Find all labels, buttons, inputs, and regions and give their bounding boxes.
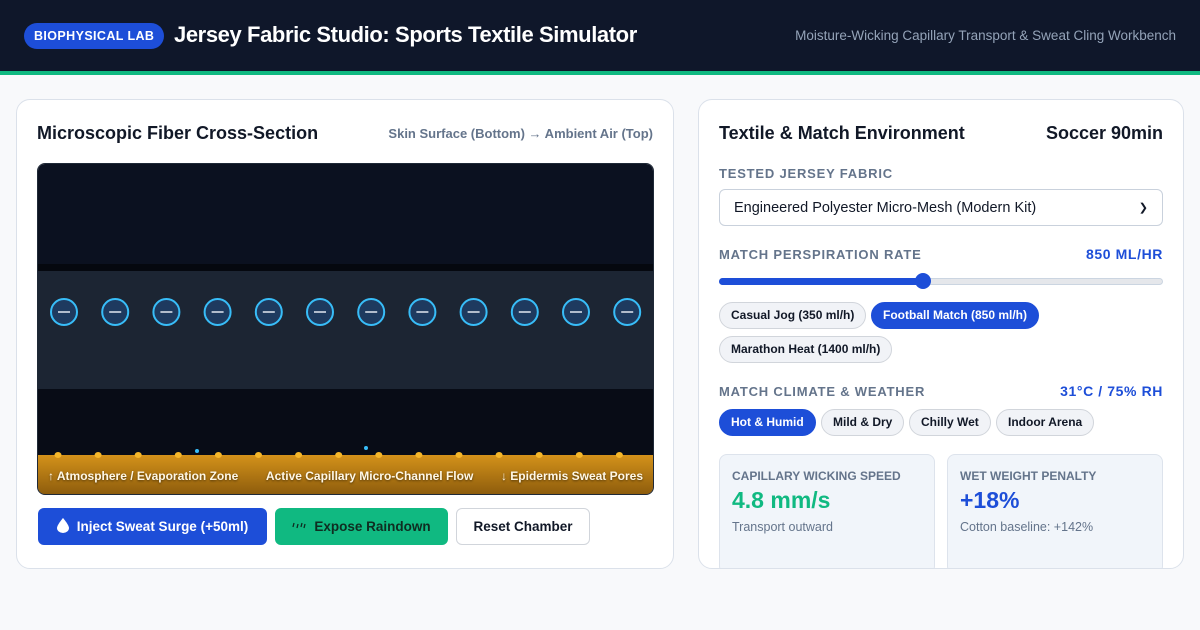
expose-raindown-button[interactable]: Expose Raindown [275,508,448,545]
fiber-strand [408,298,437,326]
wet-weight-label: WET WEIGHT PENALTY [960,469,1097,483]
fiber-strand [306,298,334,326]
fiber-strand [203,298,232,326]
zone-label-bottom: ↓ Epidermis Sweat Pores [500,469,643,483]
orientation-label: Skin Surface (Bottom) → Ambient Air (Top… [388,126,653,141]
wet-weight-value: +18% [960,487,1020,513]
preset-chip-casual-jog[interactable]: Casual Jog (350 ml/h) [719,302,867,329]
inject-sweat-button[interactable]: Inject Sweat Surge (+50ml) [38,508,267,545]
wicking-speed-card: CAPILLARY WICKING SPEED 4.8 mm/s Transpo… [719,454,935,568]
fiber-strand [510,298,539,326]
climate-chip-indoor-arena[interactable]: Indoor Arena [996,409,1095,436]
climate-value: 31°C / 75% RH [1060,383,1163,399]
fiber-visualization: ↑ Atmosphere / Evaporation Zone Active C… [37,163,654,495]
wet-weight-note: Cotton baseline: +142% [960,520,1094,534]
climate-label: MATCH CLIMATE & WEATHER [719,384,926,399]
slider-thumb[interactable] [915,273,932,289]
rain-icon [292,519,306,534]
wicking-speed-note: Transport outward [732,520,833,534]
preset-chip-marathon-heat[interactable]: Marathon Heat (1400 ml/h) [719,336,893,363]
droplet-icon [56,517,69,536]
environment-panel: Textile & Match Environment Soccer 90min… [698,99,1184,569]
sweat-droplet [364,446,368,450]
slider-fill [719,278,924,285]
wet-weight-card: WET WEIGHT PENALTY +18% Cotton baseline:… [947,454,1163,568]
sweat-droplet [195,449,199,453]
wicking-speed-label: CAPILLARY WICKING SPEED [732,469,901,483]
preset-chip-football-match[interactable]: Football Match (850 ml/h) [871,302,1040,329]
fiber-strand [459,298,488,326]
zone-label-middle: Active Capillary Micro-Channel Flow [265,469,474,483]
chevron-down-icon: ❯ [1138,202,1148,214]
fiber-strand [562,298,590,326]
reset-chamber-button[interactable]: Reset Chamber [456,508,590,545]
climate-chip-hot-humid[interactable]: Hot & Humid [719,409,816,436]
lab-badge: BIOPHYSICAL LAB [24,23,165,49]
fiber-strand [254,298,283,326]
perspiration-value: 850 ML/HR [1086,246,1163,262]
fabric-select[interactable]: Engineered Polyester Micro-Mesh (Modern … [719,189,1163,226]
fiber-strand [101,298,130,326]
wicking-speed-value: 4.8 mm/s [732,487,831,513]
fiber-strand [50,298,78,326]
cross-section-title: Microscopic Fiber Cross-Section [37,123,319,143]
perspiration-slider[interactable] [719,271,1163,291]
fabric-band [38,271,653,389]
app-header: BIOPHYSICAL LAB Jersey Fabric Studio: Sp… [0,0,1200,75]
inject-sweat-label: Inject Sweat Surge (+50ml) [76,519,249,534]
environment-title: Textile & Match Environment [719,123,965,143]
fiber-strand [613,298,642,326]
zone-label-top: ↑ Atmosphere / Evaporation Zone [48,469,239,483]
climate-chip-chilly-wet[interactable]: Chilly Wet [909,409,991,436]
app-title: Jersey Fabric Studio: Sports Textile Sim… [174,22,637,47]
fabric-section-label: TESTED JERSEY FABRIC [719,166,893,181]
fiber-strand [357,298,386,326]
skin-gap [38,389,653,456]
fabric-select-value: Engineered Polyester Micro-Mesh (Modern … [734,199,1037,216]
cross-section-panel: Microscopic Fiber Cross-Section Skin Sur… [16,99,674,569]
fabric-top-edge [38,264,653,271]
zone-labels: ↑ Atmosphere / Evaporation Zone Active C… [38,458,653,494]
app-subtitle: Moisture-Wicking Capillary Transport & S… [795,28,1176,43]
climate-chip-mild-dry[interactable]: Mild & Dry [821,409,905,436]
match-type: Soccer 90min [1045,123,1163,143]
fiber-canvas [38,164,653,494]
perspiration-label: MATCH PERSPIRATION RATE [719,247,922,262]
expose-raindown-label: Expose Raindown [314,519,431,534]
fiber-strand [152,298,181,326]
